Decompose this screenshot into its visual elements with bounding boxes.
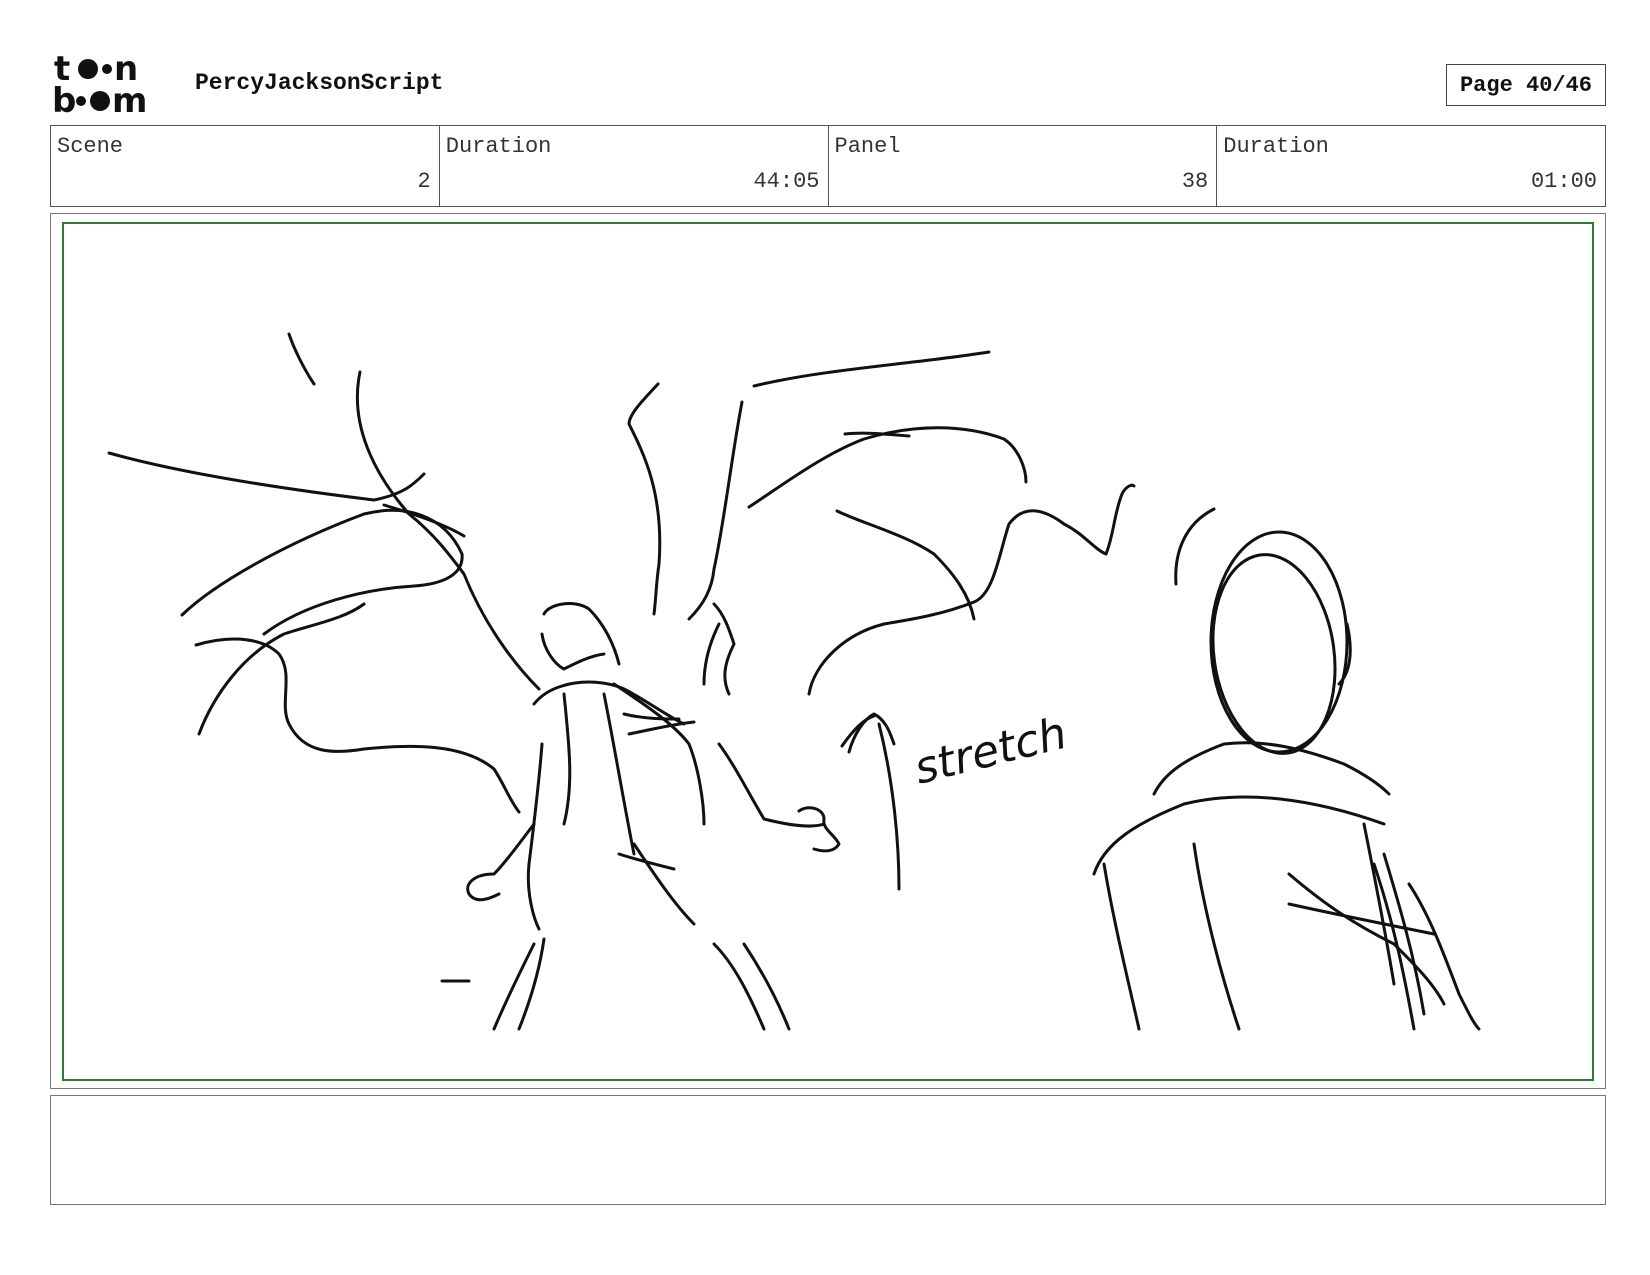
scene-duration-label: Duration [445, 134, 552, 159]
human-figure-sketch [1092, 507, 1481, 1031]
stretch-arrow-sketch [840, 712, 901, 891]
svg-text:m: m [112, 81, 147, 116]
project-title: PercyJacksonScript [195, 70, 444, 96]
storyboard-sketch: stretch [107, 332, 1481, 1031]
panel-notes-box[interactable] [50, 1095, 1606, 1205]
left-wing-sketch [107, 332, 541, 814]
panel-cell: Panel 38 [829, 126, 1218, 206]
creature-body-sketch [440, 602, 841, 1031]
toonboom-logo: t n b m [52, 52, 147, 116]
scene-info-table: Scene 2 Duration 44:05 Panel 38 Duration… [50, 125, 1606, 207]
scene-label: Scene [57, 134, 124, 159]
panel-safe-area: stretch [62, 222, 1594, 1081]
svg-text:b: b [52, 81, 76, 116]
center-wing-sketch [627, 350, 1028, 621]
right-wing-sketch [807, 483, 1136, 696]
scene-duration-value: 44:05 [753, 169, 820, 194]
panel-duration-cell: Duration 01:00 [1217, 126, 1605, 206]
page-indicator: Page 40/46 [1446, 64, 1606, 106]
panel-duration-label: Duration [1223, 134, 1329, 159]
panel-label: Panel [834, 134, 901, 159]
stretch-annotation: stretch [909, 708, 1071, 795]
scene-cell: Scene 2 [51, 126, 440, 206]
scene-value: 2 [417, 169, 431, 194]
panel-value: 38 [1181, 169, 1209, 194]
scene-duration-cell: Duration 44:05 [440, 126, 829, 206]
panel-duration-value: 01:00 [1530, 169, 1597, 194]
